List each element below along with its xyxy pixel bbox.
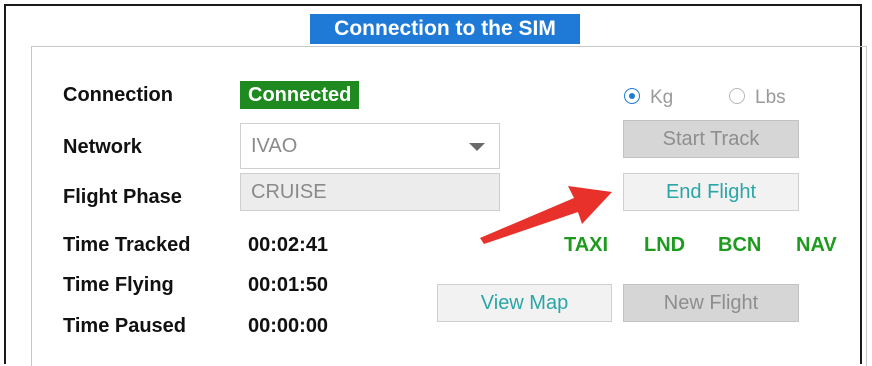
new-flight-button[interactable]: New Flight: [623, 284, 799, 322]
unit-lbs-radio[interactable]: Lbs: [729, 86, 786, 110]
flight-phase-field: CRUISE: [240, 173, 500, 211]
time-tracked-value: 00:02:41: [248, 234, 329, 256]
indicator-nav: NAV: [796, 234, 837, 256]
unit-lbs-label: Lbs: [755, 87, 786, 108]
red-arrow-icon: [480, 186, 612, 244]
network-select[interactable]: IVAO: [240, 123, 500, 169]
flight-phase-label: Flight Phase: [63, 186, 182, 208]
time-flying-value: 00:01:50: [248, 274, 329, 296]
time-flying-label: Time Flying: [63, 274, 174, 296]
chevron-down-icon[interactable]: [469, 143, 485, 151]
connection-label: Connection: [63, 84, 173, 106]
radio-selected-icon: [624, 87, 640, 104]
indicator-lnd: LND: [644, 234, 686, 256]
connection-status-badge: Connected: [240, 81, 360, 109]
time-paused-label: Time Paused: [63, 315, 187, 337]
unit-kg-label: Kg: [650, 87, 674, 108]
radio-unselected-icon: [729, 87, 745, 104]
unit-kg-radio[interactable]: Kg: [624, 86, 673, 110]
time-tracked-label: Time Tracked: [63, 234, 191, 256]
panel-title: Connection to the SIM: [310, 14, 580, 44]
indicator-bcn: BCN: [718, 234, 762, 256]
network-label: Network: [63, 136, 142, 158]
end-flight-button[interactable]: End Flight: [623, 173, 799, 211]
time-paused-value: 00:00:00: [248, 315, 329, 337]
network-select-value: IVAO: [251, 135, 298, 157]
view-map-button[interactable]: View Map: [437, 284, 612, 322]
start-track-button[interactable]: Start Track: [623, 120, 799, 158]
